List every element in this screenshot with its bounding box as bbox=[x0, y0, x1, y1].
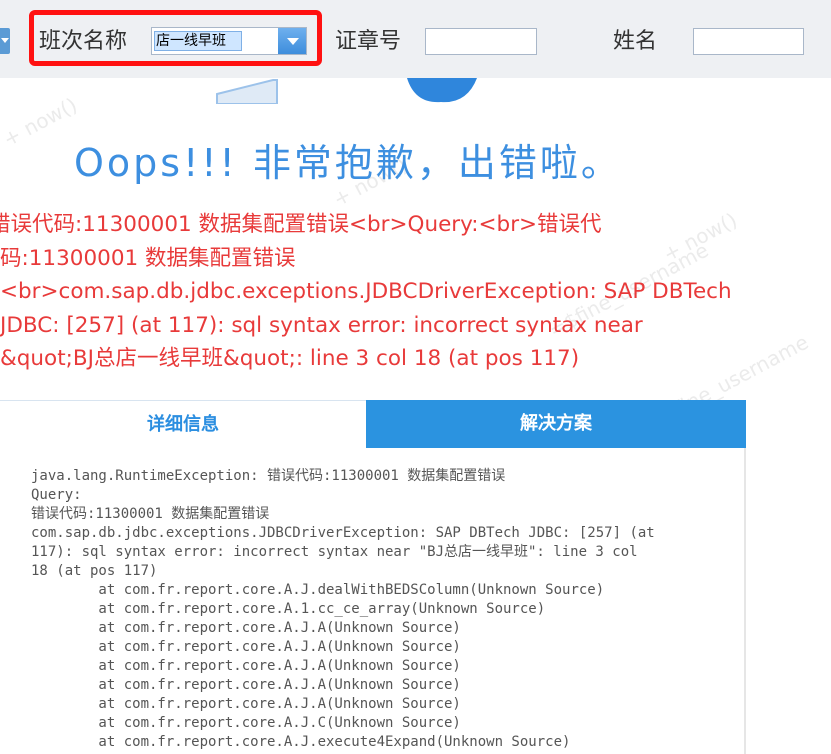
watermark-text: + now() bbox=[0, 92, 81, 152]
stack-trace-line: at com.fr.report.core.A.J.dealWithBEDSCo… bbox=[31, 582, 605, 598]
stack-trace-panel: java.lang.RuntimeException: 错误代码:1130000… bbox=[0, 448, 746, 754]
stack-trace-line: at com.fr.report.core.A.J.execute4Expand… bbox=[31, 734, 571, 750]
highlight-box bbox=[29, 10, 322, 66]
stack-trace-line: 错误代码:11300001 数据集配置错误 bbox=[31, 506, 270, 522]
stack-trace-line: at com.fr.report.core.A.J.A(Unknown Sour… bbox=[31, 639, 461, 655]
stack-trace-line: Query: bbox=[31, 487, 82, 503]
error-message: 错误代码:11300001 数据集配置错误<br>Query:<br>错误代码:… bbox=[0, 212, 732, 371]
error-tabs: 详细信息 解决方案 bbox=[0, 400, 746, 448]
badge-number-input[interactable] bbox=[425, 28, 537, 55]
stack-trace: java.lang.RuntimeException: 错误代码:1130000… bbox=[31, 467, 655, 752]
stack-trace-line: com.sap.db.jdbc.exceptions.JDBCDriverExc… bbox=[31, 525, 655, 541]
name-input[interactable] bbox=[693, 28, 804, 55]
tab-solution[interactable]: 解决方案 bbox=[366, 400, 746, 448]
previous-combo-dropdown-button[interactable] bbox=[0, 28, 10, 54]
stack-trace-line: at com.fr.report.core.A.1.cc_ce_array(Un… bbox=[31, 601, 546, 617]
parameter-toolbar: 班次名称 店一线早班 证章号 姓名 bbox=[0, 0, 831, 78]
stack-trace-line: 117): sql syntax error: incorrect syntax… bbox=[31, 544, 638, 560]
stack-trace-line: at com.fr.report.core.A.J.A(Unknown Sour… bbox=[31, 620, 461, 636]
stack-trace-line: 18 (at pos 117) bbox=[31, 563, 158, 579]
stack-trace-line: at com.fr.report.core.A.J.A(Unknown Sour… bbox=[31, 658, 461, 674]
tab-detail-info[interactable]: 详细信息 bbox=[0, 400, 366, 448]
chevron-down-icon bbox=[1, 38, 9, 43]
stack-trace-line: at com.fr.report.core.A.J.A(Unknown Sour… bbox=[31, 696, 461, 712]
name-label: 姓名 bbox=[613, 29, 658, 54]
stack-trace-line: at com.fr.report.core.A.J.A(Unknown Sour… bbox=[31, 677, 461, 693]
error-illustration-fragment bbox=[216, 78, 477, 104]
stack-trace-line: at com.fr.report.core.A.J.C(Unknown Sour… bbox=[31, 715, 461, 731]
error-title: Oops!!! 非常抱歉，出错啦。 bbox=[74, 141, 622, 185]
stack-trace-line: java.lang.RuntimeException: 错误代码:1130000… bbox=[31, 468, 506, 484]
badge-number-label: 证章号 bbox=[335, 29, 402, 54]
